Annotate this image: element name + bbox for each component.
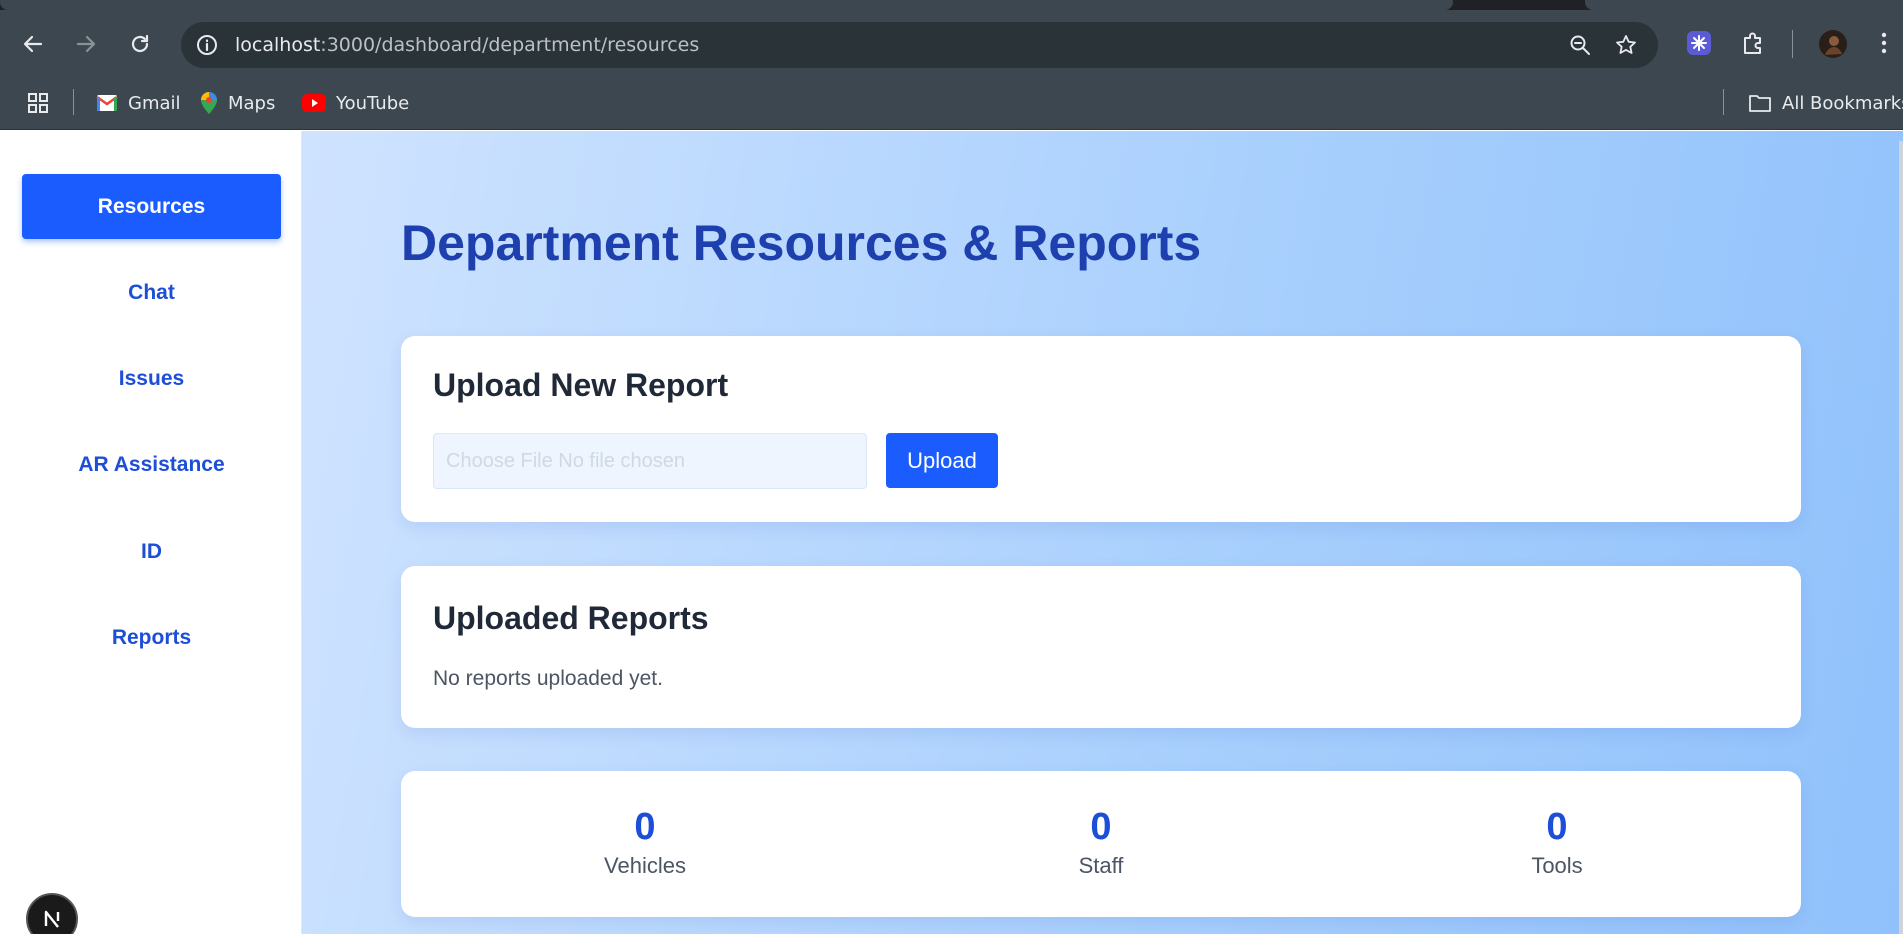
menu-kebab-icon[interactable]	[1876, 30, 1892, 61]
site-info-icon[interactable]	[195, 33, 219, 62]
inactive-tab[interactable]	[1585, 0, 1903, 10]
sidebar-item-issues[interactable]: Issues	[22, 346, 281, 411]
nextjs-dev-badge[interactable]	[26, 893, 78, 934]
nextjs-logo-icon	[44, 910, 60, 928]
gmail-icon	[96, 95, 118, 111]
browser-toolbar: localhost:3000/dashboard/department/reso…	[0, 10, 1903, 78]
bookmarks-bar: Gmail Maps YouTube All Bookmarks	[0, 78, 1903, 130]
address-bar[interactable]: localhost:3000/dashboard/department/reso…	[181, 22, 1658, 68]
stats-card: 0 Vehicles 0 Staff 0 Tools	[401, 771, 1801, 917]
reload-icon[interactable]	[126, 30, 154, 58]
stat-staff: 0 Staff	[951, 805, 1251, 879]
bookmark-gmail[interactable]: Gmail	[96, 90, 181, 116]
stat-label: Vehicles	[604, 853, 686, 878]
forward-icon[interactable]	[72, 30, 100, 58]
sidebar-item-id[interactable]: ID	[22, 519, 281, 584]
bookmark-youtube[interactable]: YouTube	[302, 90, 409, 116]
bookmark-star-icon[interactable]	[1614, 33, 1638, 62]
page-title: Department Resources & Reports	[401, 215, 1202, 271]
zoom-icon[interactable]	[1568, 33, 1592, 62]
reports-card-heading: Uploaded Reports	[433, 600, 709, 636]
apps-grid-icon[interactable]	[26, 90, 50, 116]
extensions-puzzle-icon[interactable]	[1740, 30, 1766, 61]
folder-icon	[1749, 95, 1771, 112]
sidebar: Resources Chat Issues AR Assistance ID R…	[0, 131, 302, 934]
bookmark-maps[interactable]: Maps	[200, 90, 275, 116]
active-tab[interactable]	[0, 0, 1453, 10]
maps-pin-icon	[201, 92, 217, 114]
stat-label: Tools	[1531, 853, 1583, 878]
sidebar-item-ar-assistance[interactable]: AR Assistance	[22, 432, 281, 497]
stat-value: 0	[634, 806, 656, 848]
all-bookmarks[interactable]: All Bookmarks	[1748, 90, 1903, 116]
upload-report-card: Upload New Report Choose File No file ch…	[401, 336, 1801, 522]
page-scrollbar[interactable]	[1899, 141, 1903, 934]
uploaded-reports-card: Uploaded Reports No reports uploaded yet…	[401, 566, 1801, 728]
tab-strip	[0, 0, 1903, 10]
back-icon[interactable]	[19, 30, 47, 58]
empty-reports-message: No reports uploaded yet.	[433, 667, 663, 690]
profile-avatar[interactable]	[1818, 29, 1848, 64]
extension-icon[interactable]	[1686, 30, 1712, 61]
stat-vehicles: 0 Vehicles	[495, 805, 795, 879]
url-text[interactable]: localhost:3000/dashboard/department/reso…	[235, 34, 699, 56]
main-content: Department Resources & Reports Upload Ne…	[302, 131, 1903, 934]
stat-label: Staff	[1078, 853, 1124, 878]
file-chooser-input[interactable]: Choose File No file chosen	[433, 433, 867, 489]
upload-button[interactable]: Upload	[886, 433, 998, 488]
sidebar-item-chat[interactable]: Chat	[22, 260, 281, 325]
bookmark-divider	[73, 89, 74, 115]
sidebar-item-reports[interactable]: Reports	[22, 605, 281, 670]
stat-value: 0	[1546, 806, 1568, 848]
upload-card-heading: Upload New Report	[433, 367, 729, 403]
stat-value: 0	[1090, 806, 1112, 848]
toolbar-divider	[1792, 30, 1793, 58]
youtube-icon	[302, 94, 326, 112]
sidebar-item-resources[interactable]: Resources	[22, 174, 281, 239]
stat-tools: 0 Tools	[1407, 805, 1707, 879]
page-viewport: Resources Chat Issues AR Assistance ID R…	[0, 131, 1903, 934]
bookmark-divider	[1723, 89, 1724, 115]
